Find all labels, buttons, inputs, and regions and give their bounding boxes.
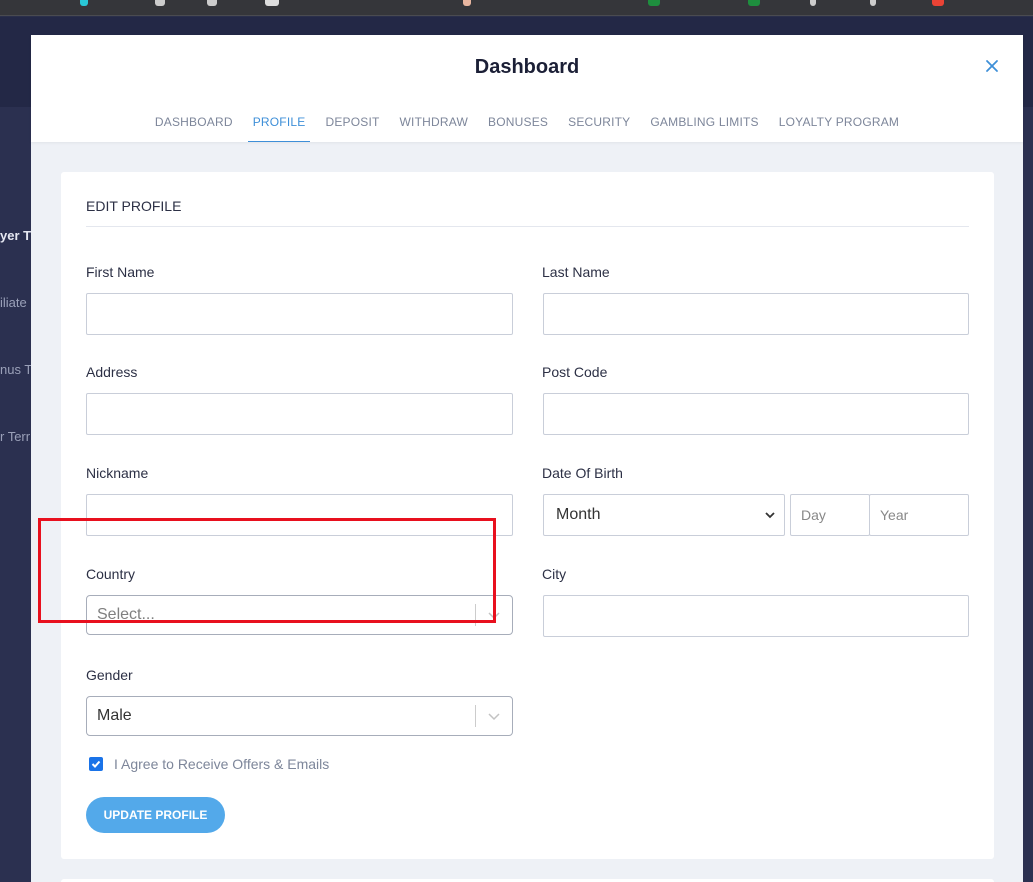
background-menu-item: r Terr	[0, 429, 31, 444]
tab-dashboard[interactable]: DASHBOARD	[145, 107, 243, 142]
checkmark-icon	[91, 760, 101, 768]
tab-gambling-limits[interactable]: GAMBLING LIMITS	[640, 107, 768, 142]
gender-label: Gender	[86, 667, 133, 683]
birth-month-value: Month	[556, 506, 601, 523]
select-separator	[475, 705, 476, 727]
last-name-label: Last Name	[542, 264, 610, 280]
first-name-input[interactable]	[86, 293, 513, 335]
modal-title: Dashboard	[474, 56, 580, 78]
post-code-input[interactable]	[543, 393, 969, 435]
tab-deposit[interactable]: DEPOSIT	[315, 107, 389, 142]
tab-bonuses[interactable]: BONUSES	[478, 107, 558, 142]
tab-profile[interactable]: PROFILE	[247, 107, 311, 142]
city-label: City	[542, 566, 567, 582]
tab-security[interactable]: SECURITY	[558, 107, 640, 142]
browser-tab-strip	[0, 0, 1033, 16]
chevron-down-icon[interactable]	[487, 709, 501, 723]
address-input[interactable]	[86, 393, 513, 435]
birth-month-select[interactable]: Month	[543, 494, 785, 536]
offers-checkbox-label: I Agree to Receive Offers & Emails	[114, 756, 330, 772]
first-name-label: First Name	[86, 264, 155, 280]
gender-select[interactable]: Male	[86, 696, 513, 736]
birth-day-input[interactable]	[790, 494, 870, 536]
background-menu-item: yer T	[0, 228, 32, 243]
offers-checkbox[interactable]	[89, 757, 103, 771]
close-button[interactable]	[981, 55, 1003, 77]
close-icon	[986, 60, 998, 72]
last-name-input[interactable]	[543, 293, 969, 335]
nickname-label: Nickname	[86, 465, 149, 481]
tab-bar: DASHBOARD PROFILE DEPOSIT WITHDRAW BONUS…	[31, 107, 1023, 142]
tab-withdraw[interactable]: WITHDRAW	[390, 107, 478, 142]
birth-year-input[interactable]	[869, 494, 969, 536]
section-title: EDIT PROFILE	[86, 198, 182, 214]
address-label: Address	[86, 364, 138, 380]
tab-loyalty-program[interactable]: LOYALTY PROGRAM	[769, 107, 909, 142]
gender-value: Male	[97, 707, 132, 724]
update-profile-button[interactable]: UPDATE PROFILE	[86, 797, 225, 833]
city-input[interactable]	[543, 595, 969, 637]
offers-checkbox-row: I Agree to Receive Offers & Emails	[89, 756, 329, 772]
post-code-label: Post Code	[542, 364, 608, 380]
background-menu-item: nus T	[0, 362, 33, 377]
edit-profile-card: EDIT PROFILE First Name Last Name Addres…	[61, 172, 994, 859]
modal-header: Dashboard DASHBOARD PROFILE DEPOSIT WITH…	[31, 35, 1023, 142]
dashboard-modal: Dashboard DASHBOARD PROFILE DEPOSIT WITH…	[31, 35, 1023, 882]
highlight-box	[38, 518, 496, 623]
background-menu-item: iliate	[0, 295, 27, 310]
chevron-down-icon	[765, 512, 775, 519]
divider	[86, 226, 969, 227]
date-of-birth-label: Date Of Birth	[542, 465, 623, 481]
